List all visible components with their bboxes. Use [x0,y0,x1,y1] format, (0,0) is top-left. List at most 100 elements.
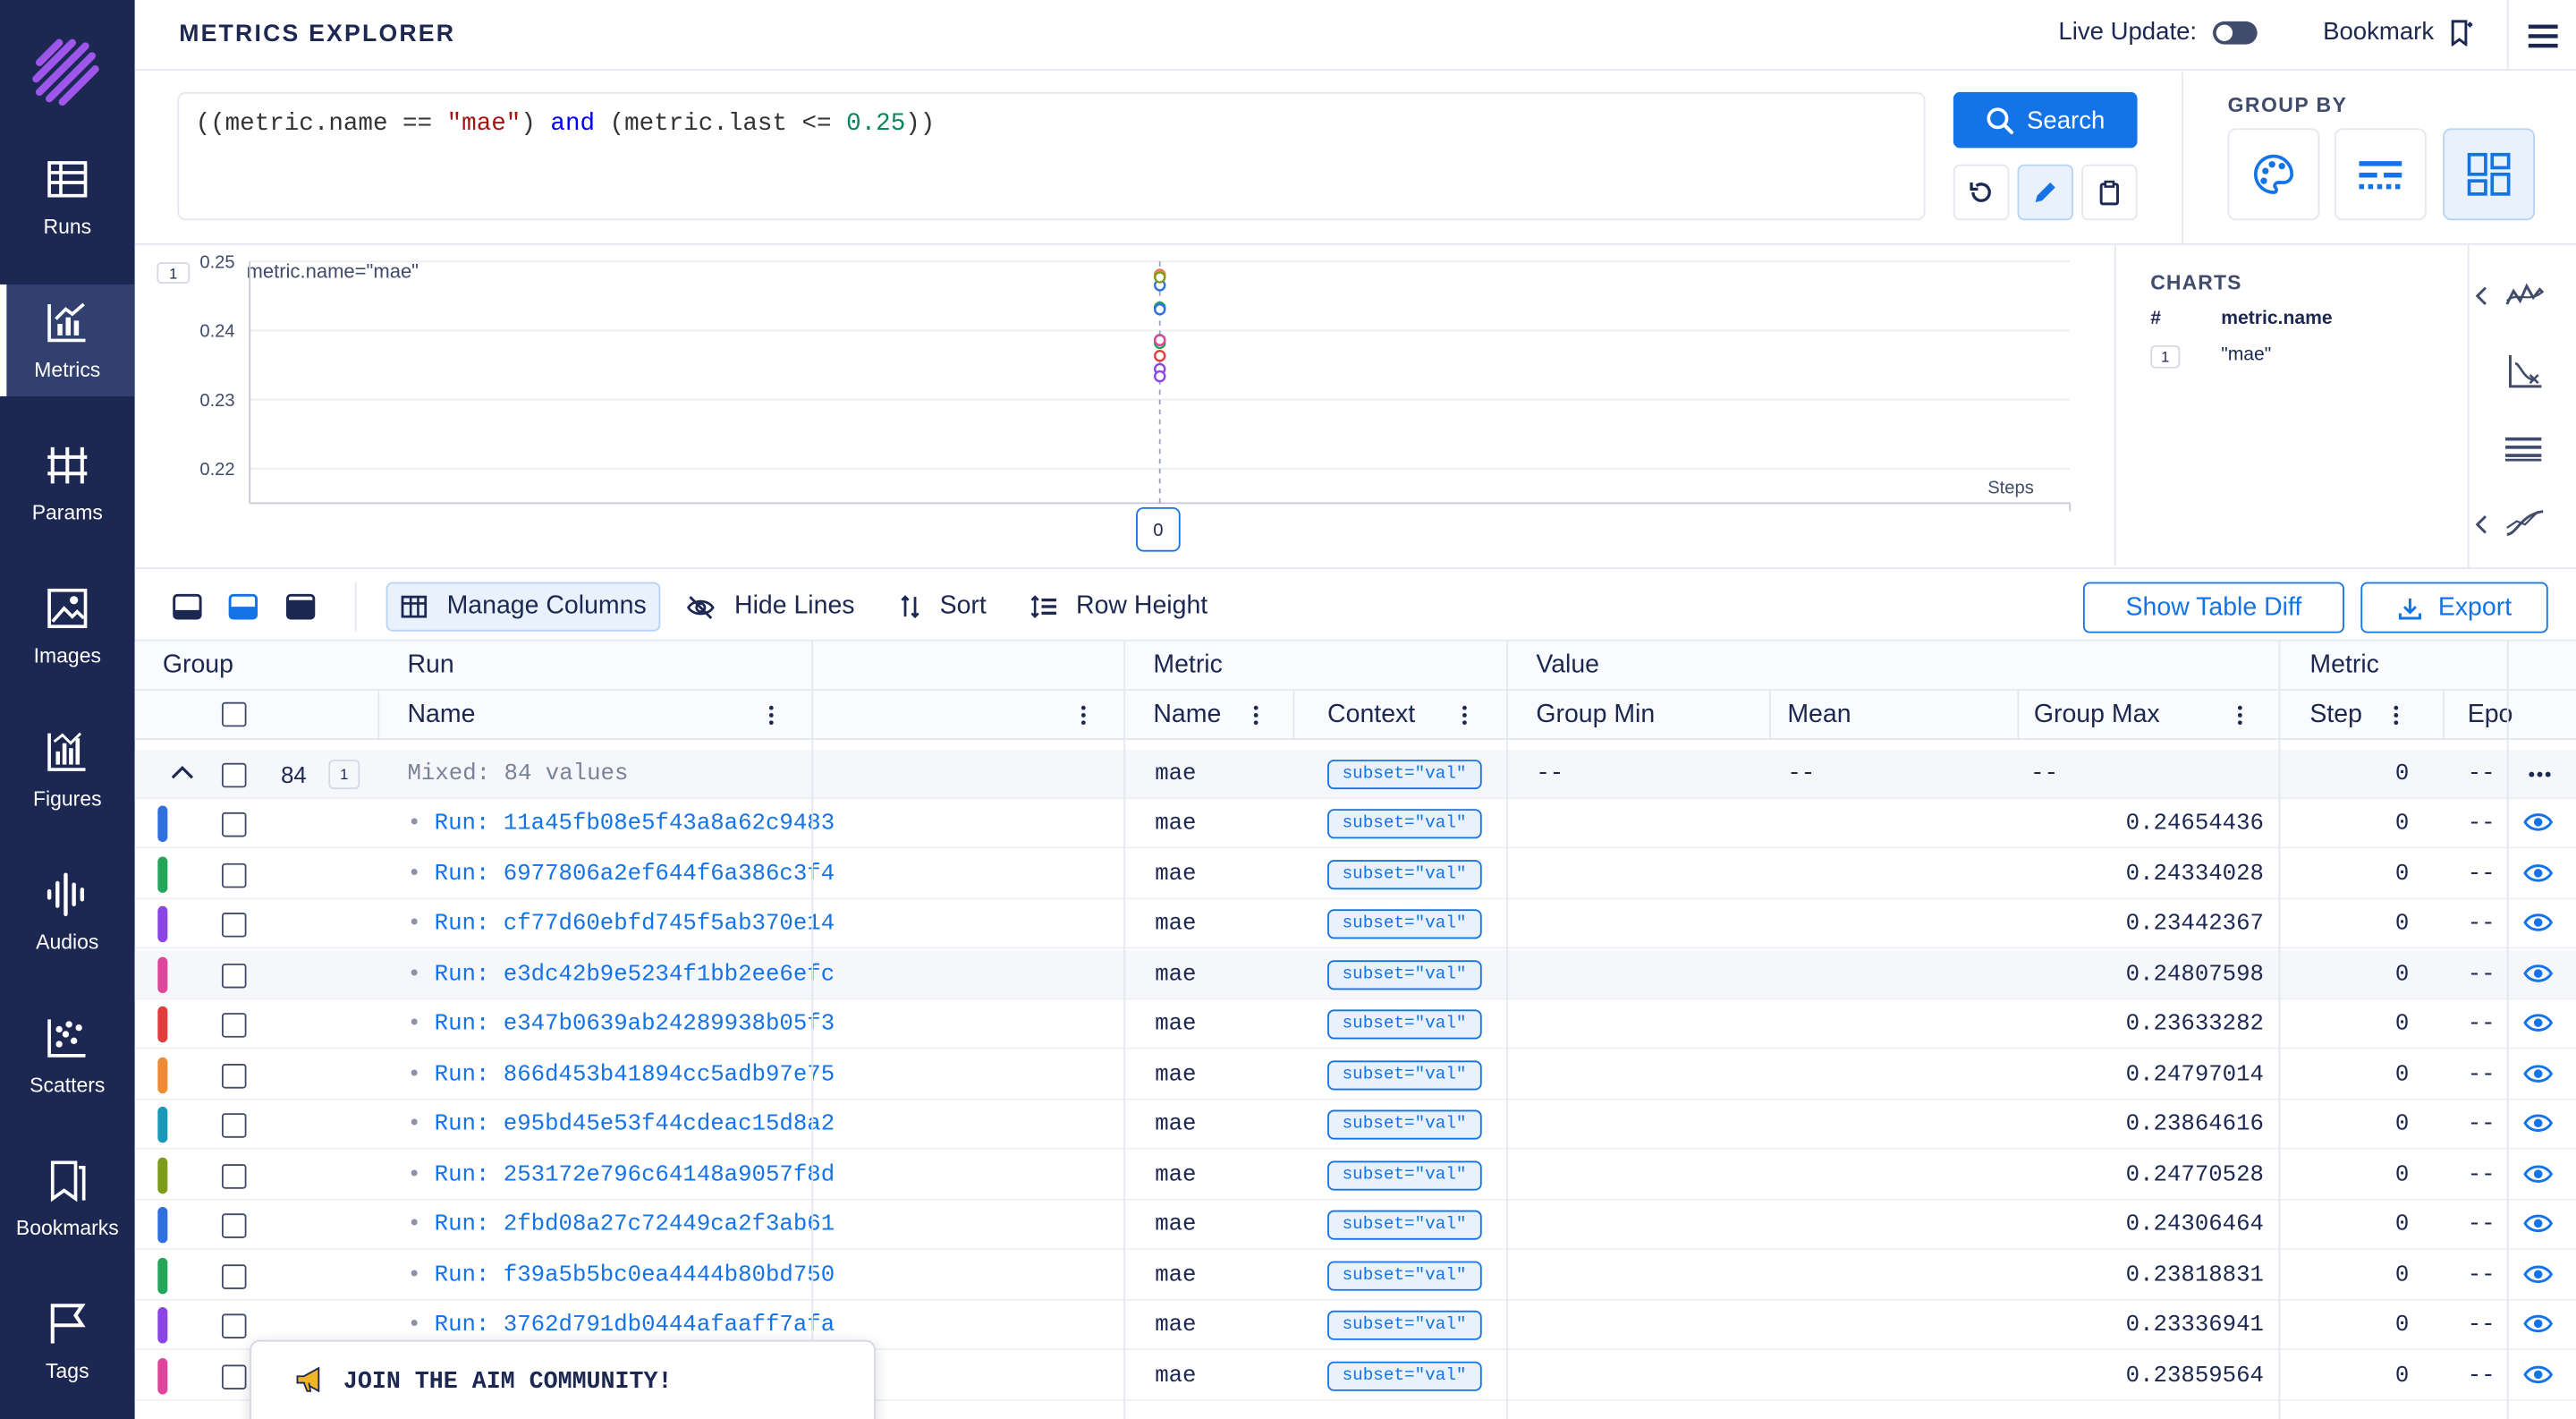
group-by-color-button[interactable] [2227,128,2320,221]
context-tag[interactable]: subset="val" [1327,1160,1482,1190]
data-point[interactable] [1154,334,1166,346]
group-by-stroke-button[interactable] [2334,128,2427,221]
row-checkbox[interactable] [221,1213,247,1238]
sidebar-item-bookmarks[interactable]: Bookmarks [0,1143,135,1254]
row-checkbox[interactable] [221,1013,247,1038]
table-row[interactable]: • Run: e3dc42b9e5234f1bb2ee6efc mae subset=… [134,949,2576,999]
more-icon[interactable] [2529,771,2552,777]
table-row[interactable]: • Run: 11a45fb08e5f43a8a62c9483 mae subset=… [134,799,2576,849]
run-link[interactable]: Run: 3762d791db0444afaaff7afa [435,1313,835,1338]
reset-query-button[interactable] [1953,164,2010,221]
table-size-medium-icon[interactable] [228,593,258,620]
column-menu-button[interactable] [1457,691,1470,740]
row-checkbox[interactable] [221,1364,247,1389]
run-link[interactable]: Run: e347b0639ab24289938b05f3 [435,1011,835,1037]
table-row[interactable]: • Run: 253172e796c64148a9057f8d mae subset=… [134,1151,2576,1200]
select-all-checkbox[interactable] [221,701,247,727]
sidebar-item-runs[interactable]: Runs [0,141,135,253]
column-menu-button[interactable] [1076,691,1089,740]
row-checkbox[interactable] [221,1113,247,1138]
eye-icon[interactable] [2523,1211,2554,1235]
copy-query-button[interactable] [2081,164,2138,221]
table-row[interactable]: • Run: 2fbd08a27c72449ca2f3ab61 mae subset=… [134,1201,2576,1250]
eye-icon[interactable] [2523,1061,2554,1084]
metric-chart[interactable]: 1 metric.name="mae" 0.25 0.24 0.23 0.22 Steps 0 [135,245,2114,567]
bookmark-button[interactable]: Bookmark [2323,18,2473,46]
metric-name-column[interactable]: Name [1153,691,1221,740]
hide-lines-button[interactable]: Hide Lines [686,582,855,632]
sort-button[interactable]: Sort [901,582,987,632]
table-row[interactable]: • Run: cf77d60ebfd745f5ab370e14 mae subset=… [134,899,2576,949]
sidebar-item-params[interactable]: Params [0,428,135,540]
collapse-chevron-icon[interactable] [2472,286,2488,306]
run-link[interactable]: Run: cf77d60ebfd745f5ab370e14 [435,911,835,937]
run-link[interactable]: Run: e95bd45e53f44cdeac15d8a2 [435,1111,835,1137]
context-tag[interactable]: subset="val" [1327,1310,1482,1340]
table-row[interactable]: • Run: 866d453b41894cc5adb97e75 mae subset=… [134,1049,2576,1100]
context-tag[interactable]: subset="val" [1327,1009,1482,1040]
axes-scale-icon[interactable] [2505,353,2545,389]
eye-icon[interactable] [2523,1363,2554,1386]
run-link[interactable]: Run: 6977806a2ef644f6a386c3f4 [435,861,835,887]
run-name-column[interactable]: Name [408,691,476,740]
column-menu-button[interactable] [2233,691,2246,740]
hamburger-menu-button[interactable] [2506,0,2576,72]
context-tag[interactable]: subset="val" [1327,959,1482,990]
smoothing-icon[interactable] [2505,281,2545,310]
live-update-toggle[interactable] [2213,20,2258,44]
context-column[interactable]: Context [1327,691,1415,740]
table-row[interactable]: • Run: 6977806a2ef644f6a386c3f4 mae subset=… [134,849,2576,899]
table-size-large-icon[interactable] [285,593,316,620]
context-tag[interactable]: subset="val" [1327,1210,1482,1240]
context-tag[interactable]: subset="val" [1327,1109,1482,1140]
eye-icon[interactable] [2523,811,2554,834]
eye-icon[interactable] [2523,1161,2554,1185]
column-menu-button[interactable] [764,691,777,740]
row-checkbox[interactable] [221,912,247,938]
eye-icon[interactable] [2523,1262,2554,1286]
context-tag[interactable]: subset="val" [1327,909,1482,939]
row-checkbox[interactable] [221,811,247,837]
eye-icon[interactable] [2523,1111,2554,1134]
row-checkbox[interactable] [221,862,247,888]
export-button[interactable]: Export [2360,582,2548,633]
run-link[interactable]: Run: f39a5b5bc0ea4444b80bd750 [435,1262,835,1288]
chevron-up-icon[interactable] [171,765,194,781]
sidebar-item-tags[interactable]: Tags [0,1286,135,1398]
context-tag[interactable]: subset="val" [1327,1059,1482,1090]
row-checkbox[interactable] [221,1313,247,1338]
data-point[interactable] [1154,303,1166,316]
mean-column[interactable]: Mean [1787,691,1851,740]
run-link[interactable]: Run: 253172e796c64148a9057f8d [435,1161,835,1187]
group-max-column[interactable]: Group Max [2034,691,2160,740]
row-checkbox[interactable] [221,963,247,988]
search-button[interactable]: Search [1953,91,2138,149]
run-link[interactable]: Run: 866d453b41894cc5adb97e75 [435,1061,835,1087]
row-checkbox[interactable] [221,1063,247,1088]
sidebar-item-scatters[interactable]: Scatters [0,999,135,1111]
data-point[interactable] [1154,370,1166,383]
run-link[interactable]: Run: 11a45fb08e5f43a8a62c9483 [435,811,835,837]
advanced-mode-button[interactable] [2017,164,2073,221]
show-table-diff-button[interactable]: Show Table Diff [2082,582,2344,633]
manage-columns-button[interactable]: Manage Columns [386,582,662,632]
sidebar-item-figures[interactable]: Figures [0,714,135,826]
aim-logo[interactable] [30,36,102,108]
run-link[interactable]: Run: 2fbd08a27c72449ca2f3ab61 [435,1211,835,1237]
column-menu-button[interactable] [2389,691,2402,740]
epoch-column[interactable]: Epo [2468,691,2513,740]
row-height-button[interactable]: Row Height [1030,582,1208,632]
context-tag[interactable]: subset="val" [1327,859,1482,889]
run-link[interactable]: Run: e3dc42b9e5234f1bb2ee6efc [435,961,835,987]
context-tag[interactable]: subset="val" [1327,809,1482,839]
eye-icon[interactable] [2523,961,2554,984]
column-menu-button[interactable] [1249,691,1262,740]
context-tag[interactable]: subset="val" [1327,1360,1482,1390]
group-by-chart-button[interactable] [2443,128,2536,221]
data-point[interactable] [1154,349,1166,362]
group-row[interactable]: 84 1 Mixed: 84 values mae subset="val" -- -- --… [134,750,2576,800]
eye-icon[interactable] [2523,1313,2554,1336]
eye-icon[interactable] [2523,861,2554,884]
sidebar-item-images[interactable]: Images [0,571,135,683]
context-tag[interactable]: subset="val" [1327,760,1482,790]
